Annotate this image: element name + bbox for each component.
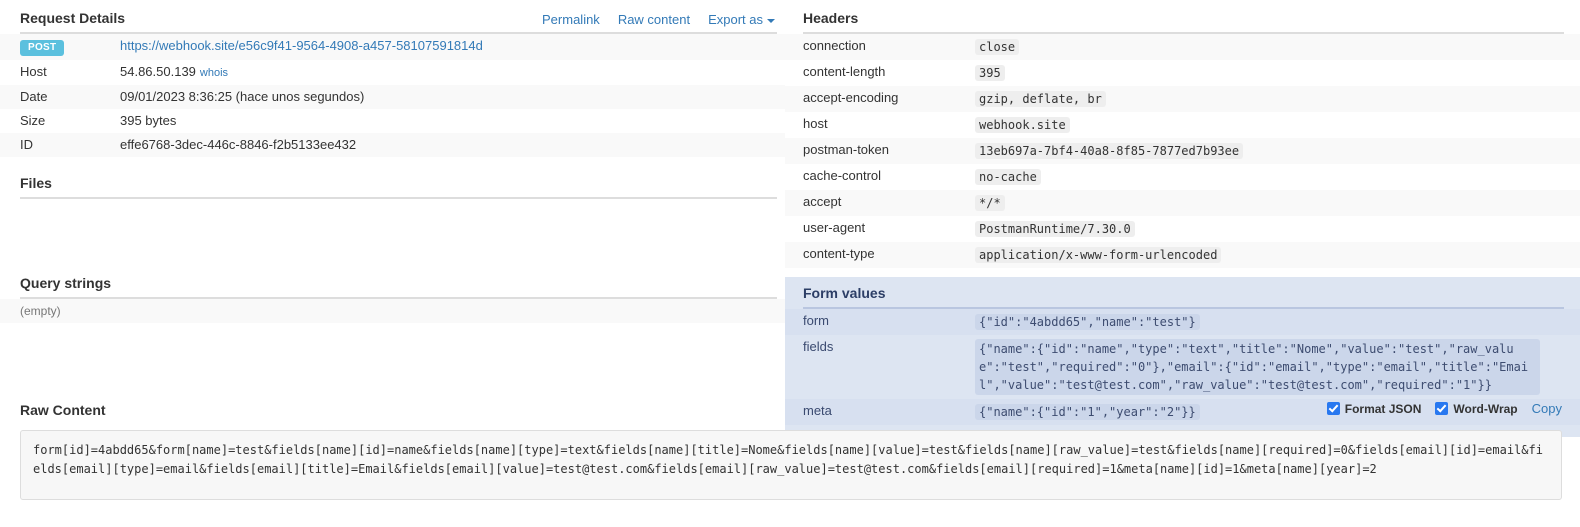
- export-as-label: Export as: [708, 12, 763, 27]
- files-empty-area: [0, 199, 785, 259]
- table-row: connection close: [785, 34, 1580, 60]
- header-value-text: PostmanRuntime/7.30.0: [975, 221, 1135, 237]
- headers-table: connection close content-length 395 accept…: [785, 34, 1580, 268]
- request-details-section: Request Details Permalink Raw content Ex…: [0, 0, 785, 157]
- word-wrap-label: Word-Wrap: [1453, 401, 1518, 416]
- headers-section: Headers connection close content-length 39…: [785, 0, 1580, 268]
- host-value: 54.86.50.139: [120, 64, 196, 79]
- raw-content-body[interactable]: form[id]=4abdd65&form[name]=test&fields[…: [20, 430, 1562, 500]
- table-row: accept-encoding gzip, deflate, br: [785, 86, 1580, 112]
- header-key: connection: [803, 38, 866, 53]
- format-json-label: Format JSON: [1344, 401, 1422, 416]
- raw-content-tools: Format JSON Word-Wrap Copy: [1326, 401, 1562, 416]
- header-key: content-length: [803, 64, 886, 79]
- right-column: Headers connection close content-length 39…: [785, 0, 1580, 437]
- row-key-id: ID: [20, 137, 33, 152]
- table-row: host webhook.site: [785, 112, 1580, 138]
- header-value: 395: [975, 60, 1580, 86]
- row-key-size: Size: [20, 113, 46, 128]
- left-column: Request Details Permalink Raw content Ex…: [0, 0, 785, 323]
- table-row-method: POST https://webhook.site/e56c9f41-9564-…: [0, 34, 785, 60]
- permalink-link[interactable]: Permalink: [542, 12, 600, 27]
- chevron-down-icon: [767, 18, 775, 23]
- query-strings-title: Query strings: [20, 275, 112, 291]
- row-value-host: 54.86.50.139 whois: [120, 60, 785, 85]
- request-url-link[interactable]: https://webhook.site/e56c9f41-9564-4908-…: [120, 38, 483, 53]
- form-values-title: Form values: [803, 285, 886, 301]
- header-value-text: 13eb697a-7bf4-40a8-8f85-7877ed7b93ee: [975, 143, 1244, 159]
- raw-content-title: Raw Content: [20, 402, 106, 418]
- header-value-text: */*: [975, 195, 1005, 211]
- copy-button[interactable]: Copy: [1532, 401, 1562, 416]
- row-value-size: 395 bytes: [120, 113, 177, 128]
- table-row: cache-control no-cache: [785, 164, 1580, 190]
- header-key: accept: [803, 194, 842, 209]
- format-json-checkbox[interactable]: Format JSON: [1326, 401, 1422, 416]
- table-row: ID effe6768-3dec-446c-8846-f2b5133ee432: [0, 133, 785, 157]
- header-value-text: no-cache: [975, 169, 1041, 185]
- header-value-text: 395: [975, 65, 1005, 81]
- form-value-cell: {"name":{"id":"name","type":"text","titl…: [975, 335, 1580, 399]
- header-value-text: application/x-www-form-urlencoded: [975, 247, 1222, 263]
- header-value: close: [975, 34, 1580, 60]
- url-cell: https://webhook.site/e56c9f41-9564-4908-…: [120, 34, 785, 60]
- row-key-host: Host: [20, 64, 47, 79]
- form-value-text: {"id":"4abdd65","name":"test"}: [975, 314, 1200, 330]
- checkbox-checked-icon: [1326, 402, 1340, 415]
- table-row: user-agent PostmanRuntime/7.30.0: [785, 216, 1580, 242]
- table-row: form {"id":"4abdd65","name":"test"}: [785, 309, 1580, 335]
- row-key-date: Date: [20, 89, 48, 104]
- header-value: webhook.site: [975, 112, 1580, 138]
- form-value-key: fields: [803, 339, 834, 354]
- files-section: Files: [0, 157, 785, 259]
- header-value: gzip, deflate, br: [975, 86, 1580, 112]
- method-cell: POST: [0, 34, 120, 60]
- form-value-text: {"name":{"id":"name","type":"text","titl…: [975, 339, 1540, 395]
- whois-link[interactable]: whois: [200, 67, 228, 79]
- header-value: PostmanRuntime/7.30.0: [975, 216, 1580, 242]
- table-row: Date 09/01/2023 8:36:25 (hace unos segun…: [0, 85, 785, 109]
- table-row: fields {"name":{"id":"name","type":"text…: [785, 335, 1580, 399]
- header-key: accept-encoding: [803, 90, 899, 105]
- request-details-actions: Permalink Raw content Export as: [542, 12, 775, 27]
- header-value: no-cache: [975, 164, 1580, 190]
- header-key: content-type: [803, 246, 875, 261]
- header-value-text: close: [975, 39, 1020, 55]
- form-value-cell: {"id":"4abdd65","name":"test"}: [975, 309, 1580, 335]
- table-row: accept */*: [785, 190, 1580, 216]
- table-row: Host 54.86.50.139 whois: [0, 60, 785, 85]
- header-value: 13eb697a-7bf4-40a8-8f85-7877ed7b93ee: [975, 138, 1580, 164]
- table-row: Size 395 bytes: [0, 109, 785, 133]
- header-key: host: [803, 116, 828, 131]
- headers-title: Headers: [803, 10, 859, 26]
- row-value-id: effe6768-3dec-446c-8846-f2b5133ee432: [120, 137, 357, 152]
- method-badge: POST: [20, 40, 65, 56]
- header-value: */*: [975, 190, 1580, 216]
- header-value-text: gzip, deflate, br: [975, 91, 1106, 107]
- header-key: cache-control: [803, 168, 882, 183]
- files-title: Files: [20, 175, 52, 191]
- export-as-dropdown[interactable]: Export as: [708, 12, 775, 27]
- header-key: user-agent: [803, 220, 866, 235]
- table-row: postman-token 13eb697a-7bf4-40a8-8f85-787…: [785, 138, 1580, 164]
- request-details-table: POST https://webhook.site/e56c9f41-9564-…: [0, 34, 785, 157]
- header-value: application/x-www-form-urlencoded: [975, 242, 1580, 268]
- table-row: content-type application/x-www-form-urlen…: [785, 242, 1580, 268]
- query-strings-section: Query strings (empty): [0, 259, 785, 323]
- row-value-date: 09/01/2023 8:36:25 (hace unos segundos): [120, 89, 365, 104]
- raw-content-header: Raw Content Format JSON Word-Wrap Copy: [0, 401, 1580, 424]
- request-inspector-page: Request Details Permalink Raw content Ex…: [0, 0, 1580, 527]
- word-wrap-checkbox[interactable]: Word-Wrap: [1435, 401, 1518, 416]
- query-strings-empty: (empty): [0, 299, 785, 323]
- header-value-text: webhook.site: [975, 117, 1070, 133]
- table-row: content-length 395: [785, 60, 1580, 86]
- raw-content-section: Raw Content Format JSON Word-Wrap Copy f…: [0, 401, 1580, 500]
- raw-content-link[interactable]: Raw content: [618, 12, 690, 27]
- form-value-key: form: [803, 313, 829, 328]
- header-key: postman-token: [803, 142, 889, 157]
- checkbox-checked-icon: [1435, 402, 1449, 415]
